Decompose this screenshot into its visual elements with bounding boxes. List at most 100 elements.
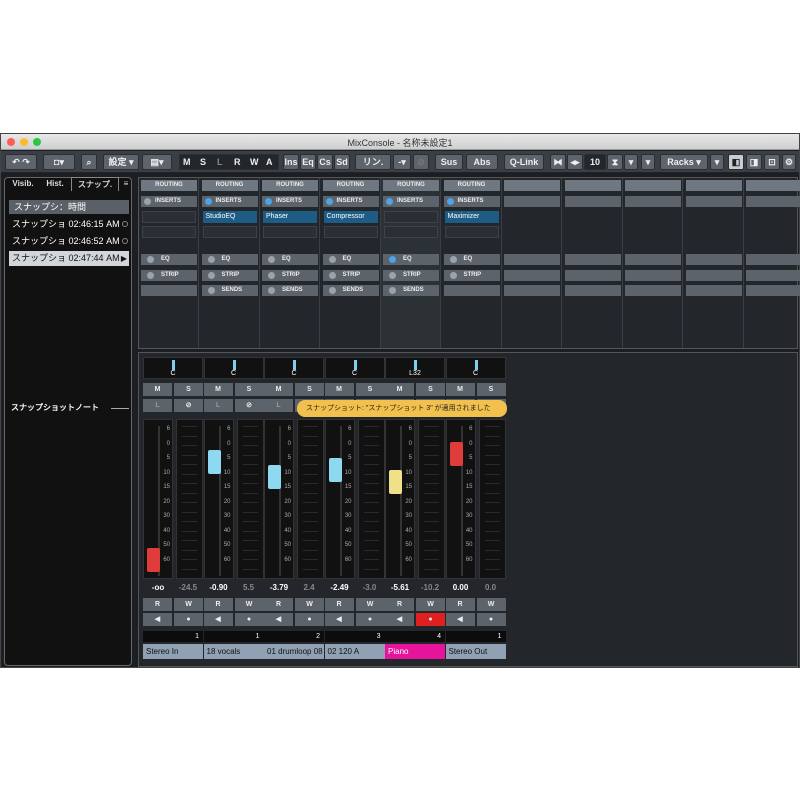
rack-eq-button[interactable] [746,254,800,265]
fader-handle[interactable] [449,442,463,466]
fader-handle[interactable] [147,548,160,572]
monitor-icon[interactable]: ◀ [445,613,475,626]
mute-button[interactable]: M [445,383,475,396]
rack-strip-button[interactable] [564,270,621,281]
channel-name[interactable]: Piano [385,644,445,659]
insert-active-led[interactable] [204,198,212,205]
channel-count-field[interactable]: 10 [584,154,606,170]
search-icon[interactable]: ⌕ [81,154,97,170]
rack-sends-button[interactable]: SENDS [322,285,379,296]
racks-arrow-icon[interactable]: ▾ [641,154,655,170]
volume-value[interactable]: 0.00 [446,583,476,592]
rack-led[interactable] [389,256,396,263]
racks-menu-button[interactable]: ▾ [710,154,724,170]
write-button[interactable]: W [250,155,259,169]
view-menu-button[interactable]: ▤▾ [142,154,172,170]
rack-sends-button[interactable] [685,285,742,296]
rack-led[interactable] [449,272,457,279]
eq-toggle[interactable]: Eq [300,154,316,170]
insert-active-led[interactable] [386,198,393,205]
undo-redo-button[interactable]: ↶ ↷ [5,154,37,170]
read-button[interactable]: R [143,598,172,611]
rack-routing-button[interactable] [685,180,742,191]
tab-visibility[interactable]: Visib. [7,177,39,191]
fader-track[interactable]: 6 0 5 10 15 20 30 40 50 60 [203,419,234,579]
pan-control[interactable]: C [324,357,385,379]
rack-led[interactable] [207,256,215,263]
settings-button[interactable]: 設定 ▾ [103,154,139,170]
listen-button[interactable]: L [264,399,293,412]
link-menu-button[interactable]: -▾ [393,154,411,170]
rack-strip-button[interactable]: STRIP [201,270,258,281]
fader-handle[interactable] [389,470,402,494]
insert-slot-empty[interactable] [263,226,317,238]
record-icon[interactable]: ● [355,613,385,626]
solo-button[interactable]: S [476,383,506,396]
shrink-channels-icon[interactable]: ⧓ [550,154,566,170]
insert-slot-empty[interactable] [323,226,378,238]
snapshot-list-header[interactable]: スナップシ：時間 [9,200,129,214]
insert-slot-empty[interactable] [444,226,499,238]
rack-routing-button[interactable]: ROUTING [383,180,439,191]
rack-sends-button[interactable] [625,285,681,296]
gear-icon[interactable]: ⚙ [782,154,796,170]
rack-eq-button[interactable]: EQ [383,254,439,265]
read-button[interactable]: R [234,155,241,169]
peak-value[interactable]: 5.5 [234,583,264,592]
rack-inserts-button[interactable]: INSERTS [141,196,197,207]
meter-settings-icon[interactable]: ⊡ [764,154,780,170]
rack-led[interactable] [147,256,154,263]
insert-slot[interactable]: Maximizer [444,211,499,223]
rack-routing-button[interactable]: ROUTING [141,180,197,191]
rack-eq-button[interactable]: EQ [262,254,318,265]
listen-button[interactable]: L [143,399,172,412]
tab-snapshots[interactable]: スナップ. [71,177,119,191]
volume-value[interactable]: -3.79 [264,583,294,592]
rack-strip-button[interactable]: STRIP [443,270,500,281]
rack-inserts-button[interactable]: INSERTS [443,196,500,207]
fader-track[interactable]: 6 0 5 10 15 20 30 40 50 60 [264,419,294,579]
write-button[interactable]: W [234,598,264,611]
insert-slot-empty[interactable] [384,226,438,238]
volume-value[interactable]: -oo [143,583,173,592]
mute-button[interactable]: M [324,383,354,396]
rack-strip-button[interactable] [625,270,681,281]
sus-button[interactable]: Sus [435,154,463,170]
play-icon[interactable]: ▶ [121,251,127,266]
record-icon[interactable]: ● [174,613,203,626]
rack-eq-button[interactable]: EQ [322,254,379,265]
rack-routing-button[interactable] [564,180,621,191]
monitor-icon[interactable]: ◀ [324,613,354,626]
mute-button[interactable]: M [264,383,293,396]
insert-slot[interactable]: Phaser [263,211,317,223]
volume-value[interactable]: -5.61 [385,583,415,592]
rack-inserts-button[interactable]: INSERTS [322,196,379,207]
camera-icon[interactable]: ◘▾ [43,154,75,170]
insert-active-led[interactable] [144,198,151,205]
channel-width-icon[interactable]: ◂▸ [567,154,583,170]
rack-strip-button[interactable] [504,270,560,281]
rack-eq-button[interactable]: EQ [443,254,500,265]
rack-routing-button[interactable]: ROUTING [322,180,379,191]
solo-button[interactable]: S [234,383,264,396]
tab-history[interactable]: Hist. [41,177,69,191]
rack-routing-button[interactable] [625,180,681,191]
peak-value[interactable]: 0.0 [476,583,506,592]
rack-routing-button[interactable]: ROUTING [443,180,500,191]
rack-sends-button[interactable] [141,285,197,296]
phase-icon[interactable]: ⊘ [174,399,203,412]
rack-sends-button[interactable] [564,285,621,296]
insert-slot-empty[interactable] [202,226,257,238]
fader-track[interactable]: 6 0 5 10 15 20 30 40 50 60 [324,419,355,579]
snapshot-row-selected[interactable]: スナップショ 02:47:44 AM ▶ [9,251,129,266]
automation-button[interactable]: A [266,155,273,169]
pan-control[interactable]: C [143,357,203,379]
solo-button[interactable]: S [295,383,324,396]
abs-button[interactable]: Abs [466,154,498,170]
rack-led[interactable] [328,287,336,294]
rack-eq-button[interactable] [685,254,742,265]
rack-inserts-button[interactable] [685,196,742,207]
write-button[interactable]: W [476,598,506,611]
write-button[interactable]: W [295,598,324,611]
monitor-icon[interactable]: ◀ [264,613,293,626]
